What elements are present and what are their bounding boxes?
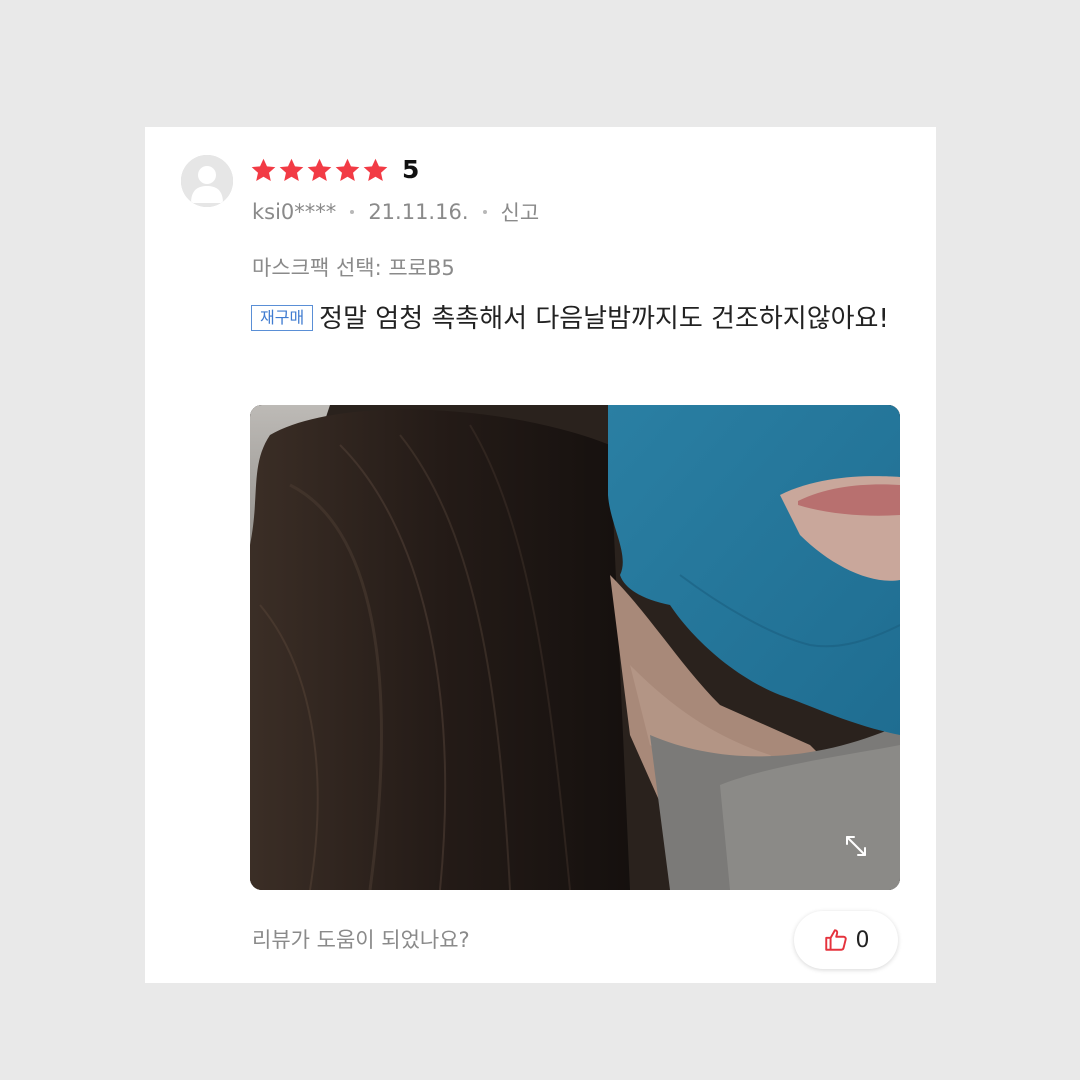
review-date: 21.11.16.	[368, 200, 469, 224]
report-link[interactable]: 신고	[501, 197, 540, 227]
default-user-avatar-icon	[181, 155, 233, 207]
review-body: 정말 엄청 촉촉해서 다음날밤까지도 건조하지않아요!	[319, 304, 889, 334]
star-icon	[307, 158, 332, 181]
review-photo-image	[250, 405, 900, 890]
separator-dot	[350, 210, 355, 214]
review-photo[interactable]	[250, 405, 900, 890]
separator-dot	[482, 210, 487, 214]
star-icon	[251, 158, 276, 181]
like-count: 0	[855, 927, 870, 953]
review-card: 5 ksi0**** 21.11.16. 신고 마스크팩 선택: 프로B5 재구…	[145, 127, 936, 983]
avatar	[181, 155, 233, 207]
star-icon	[335, 158, 360, 181]
helpful-prompt: 리뷰가 도움이 되었나요?	[252, 928, 470, 952]
product-option: 마스크팩 선택: 프로B5	[252, 256, 455, 280]
rating-score: 5	[402, 155, 420, 184]
review-body-container: 재구매 정말 엄청 촉촉해서 다음날밤까지도 건조하지않아요!	[251, 297, 911, 341]
expand-icon[interactable]	[842, 832, 870, 860]
username: ksi0****	[252, 200, 337, 224]
thumbs-up-icon	[824, 929, 847, 951]
star-rating: 5	[250, 154, 419, 186]
star-icon	[363, 158, 388, 181]
like-button[interactable]: 0	[794, 911, 898, 969]
review-meta: ksi0**** 21.11.16. 신고	[252, 197, 539, 227]
repurchase-badge: 재구매	[251, 305, 314, 331]
star-icon	[279, 158, 304, 181]
